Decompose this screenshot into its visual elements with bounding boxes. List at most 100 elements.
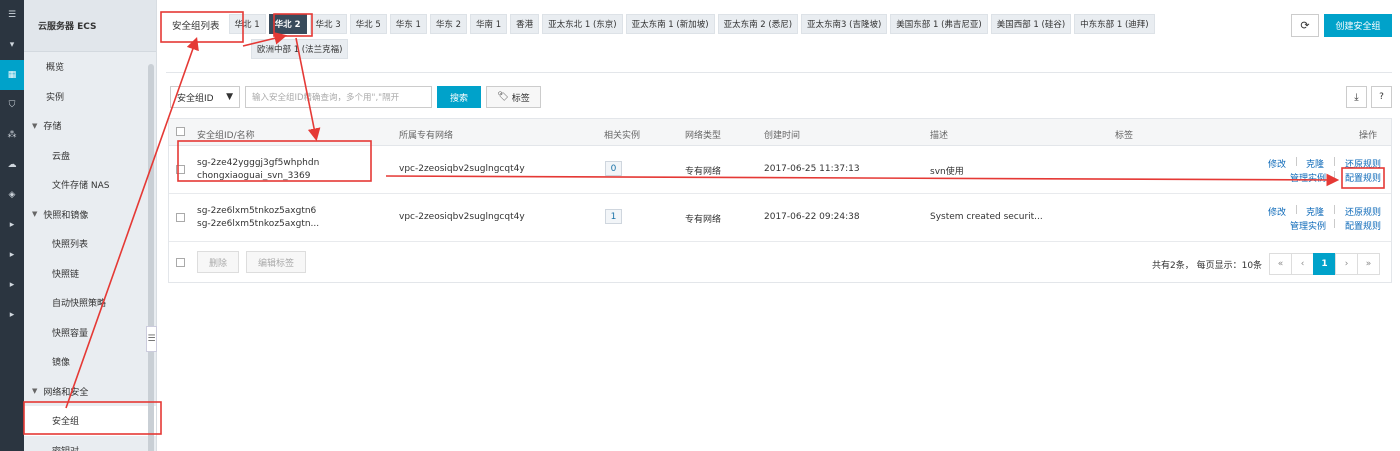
- sidebar-group-network[interactable]: ▼ 网络和安全: [24, 377, 156, 407]
- description: System created securit...: [930, 212, 1043, 222]
- export-icon[interactable]: ⤓: [1346, 86, 1367, 108]
- region-tab[interactable]: 亚太东南3 (吉隆坡): [801, 14, 888, 34]
- region-tab[interactable]: 华北 3: [309, 14, 347, 34]
- region-tab[interactable]: 华北 5: [349, 14, 387, 34]
- sidebar-scrollbar[interactable]: [148, 64, 154, 451]
- last-page-button[interactable]: »: [1357, 253, 1380, 275]
- sidebar-group-storage[interactable]: ▼ 存储: [24, 111, 156, 141]
- region-tab[interactable]: 华东 1: [389, 14, 427, 34]
- region-tab[interactable]: 香港: [510, 14, 540, 34]
- create-security-group-button[interactable]: 创建安全组: [1324, 14, 1392, 37]
- refresh-button[interactable]: ⟳: [1291, 14, 1319, 37]
- sidebar-item-snapshot-list[interactable]: 快照列表: [24, 229, 156, 259]
- region-tab[interactable]: 华东 2: [429, 14, 468, 34]
- server-icon[interactable]: ▦: [0, 60, 24, 90]
- chevron-right-icon[interactable]: ▸: [0, 270, 24, 300]
- sidebar-item-instances[interactable]: 实例: [24, 82, 156, 112]
- region-tab[interactable]: 亚太东北 1 (东京): [542, 14, 623, 34]
- tab-security-group-list[interactable]: 安全组列表: [166, 14, 226, 36]
- region-tab[interactable]: 美国西部 1 (硅谷): [990, 14, 1072, 34]
- sidebar-item-nas[interactable]: 文件存储 NAS: [24, 170, 156, 200]
- description: svn使用: [930, 167, 964, 177]
- instance-count-badge[interactable]: 0: [605, 161, 622, 176]
- modify-link[interactable]: 修改: [1268, 157, 1286, 170]
- configure-rules-link[interactable]: 配置规则: [1345, 219, 1381, 232]
- region-tab[interactable]: 华南 1: [470, 14, 508, 34]
- configure-rules-link[interactable]: 配置规则: [1345, 171, 1381, 184]
- region-tab[interactable]: 亚太东南 2 (悉尼): [717, 14, 799, 34]
- separator: |: [1333, 171, 1337, 181]
- search-button[interactable]: 搜索: [437, 86, 481, 108]
- network-type: 专有网络: [685, 167, 722, 177]
- delete-button[interactable]: 删除: [197, 251, 239, 273]
- pagination: « ‹ 1 › »: [1269, 253, 1380, 275]
- manage-instances-link[interactable]: 管理实例: [1290, 219, 1326, 232]
- vpc-id[interactable]: vpc-2zeosiqbv2suglngcqt4y: [399, 212, 525, 222]
- box-icon[interactable]: ◈: [0, 180, 24, 210]
- chevron-down-icon[interactable]: ▾: [0, 30, 24, 60]
- col-header: 网络类型: [685, 131, 722, 141]
- prev-page-button[interactable]: ‹: [1291, 253, 1314, 275]
- separator: |: [1295, 205, 1299, 215]
- region-tab[interactable]: 华北 1: [228, 14, 266, 34]
- filter-select-value: 安全组ID: [177, 93, 214, 104]
- network-type: 专有网络: [685, 215, 722, 225]
- col-header: 安全组ID/名称: [197, 131, 255, 141]
- region-tab[interactable]: 欧洲中部 1 (法兰克福): [251, 39, 349, 59]
- tag-filter-button[interactable]: 🏷 标签: [486, 86, 541, 108]
- sidebar-item-overview[interactable]: 概览: [24, 52, 156, 82]
- sidebar-group-snapshots[interactable]: ▼ 快照和镜像: [24, 200, 156, 230]
- row-checkbox[interactable]: [176, 165, 185, 174]
- select-all-checkbox-bottom[interactable]: [176, 258, 185, 267]
- sidebar-item-images[interactable]: 镜像: [24, 347, 156, 377]
- first-page-button[interactable]: «: [1269, 253, 1292, 275]
- col-header: 创建时间: [764, 131, 801, 141]
- network-icon[interactable]: ⁂: [0, 120, 24, 150]
- tag-icon: 🏷: [497, 92, 509, 102]
- page-button-current[interactable]: 1: [1313, 253, 1336, 275]
- select-all-checkbox[interactable]: [176, 127, 185, 136]
- filter-select[interactable]: 安全组ID ▼: [170, 86, 240, 108]
- region-tab[interactable]: 中东东部 1 (迪拜): [1074, 14, 1155, 34]
- cloud-icon[interactable]: ☁: [0, 150, 24, 180]
- help-icon[interactable]: ?: [1371, 86, 1392, 108]
- sidebar-item-disks[interactable]: 云盘: [24, 141, 156, 171]
- search-input[interactable]: 输入安全组ID精确查询，多个用","隔开: [245, 86, 432, 108]
- modify-link[interactable]: 修改: [1268, 205, 1286, 218]
- edit-tags-button[interactable]: 编辑标签: [246, 251, 306, 273]
- sg-name: chongxiaoguai_svn_3369: [197, 171, 311, 181]
- col-header: 描述: [930, 131, 949, 141]
- created-time: 2017-06-25 11:37:13: [764, 164, 860, 174]
- clone-link[interactable]: 克隆: [1306, 157, 1324, 170]
- menu-icon[interactable]: ☰: [0, 0, 24, 30]
- region-tab-selected[interactable]: 华北 2: [268, 14, 307, 34]
- chevron-down-icon: ▼: [32, 387, 38, 396]
- sidebar-group-label: 存储: [43, 122, 62, 133]
- table-row: sg-2ze42ygggj3gf5whphdn chongxiaoguai_sv…: [169, 146, 1391, 194]
- sidebar-item-keypairs[interactable]: 密钥对: [24, 436, 156, 451]
- sg-id[interactable]: sg-2ze42ygggj3gf5whphdn: [197, 158, 319, 168]
- restore-rules-link[interactable]: 还原规则: [1345, 205, 1381, 218]
- region-tab[interactable]: 亚太东南 1 (新加坡): [625, 14, 715, 34]
- sidebar-item-snapshot-chain[interactable]: 快照链: [24, 259, 156, 289]
- shield-icon[interactable]: ⛉: [0, 90, 24, 120]
- restore-rules-link[interactable]: 还原规则: [1345, 157, 1381, 170]
- chevron-right-icon[interactable]: ▸: [0, 240, 24, 270]
- vpc-id[interactable]: vpc-2zeosiqbv2suglngcqt4y: [399, 164, 525, 174]
- manage-instances-link[interactable]: 管理实例: [1290, 171, 1326, 184]
- row-checkbox[interactable]: [176, 213, 185, 222]
- next-page-button[interactable]: ›: [1335, 253, 1358, 275]
- sg-id[interactable]: sg-2ze6lxm5tnkoz5axgtn6: [197, 206, 316, 216]
- chevron-right-icon[interactable]: ▸: [0, 300, 24, 330]
- sg-name: sg-2ze6lxm5tnkoz5axgtn...: [197, 219, 320, 229]
- clone-link[interactable]: 克隆: [1306, 205, 1324, 218]
- sidebar-item-auto-snapshot[interactable]: 自动快照策略: [24, 288, 156, 318]
- col-header: 操作: [1359, 131, 1378, 141]
- table-row: sg-2ze6lxm5tnkoz5axgtn6 sg-2ze6lxm5tnkoz…: [169, 194, 1391, 242]
- instance-count-badge[interactable]: 1: [605, 209, 622, 224]
- sidebar-item-snapshot-capacity[interactable]: 快照容量: [24, 318, 156, 348]
- sidebar-item-security-groups[interactable]: 安全组: [24, 406, 156, 436]
- chevron-right-icon[interactable]: ▸: [0, 210, 24, 240]
- collapse-handle-icon[interactable]: ☰: [146, 326, 157, 352]
- region-tab[interactable]: 美国东部 1 (弗吉尼亚): [890, 14, 988, 34]
